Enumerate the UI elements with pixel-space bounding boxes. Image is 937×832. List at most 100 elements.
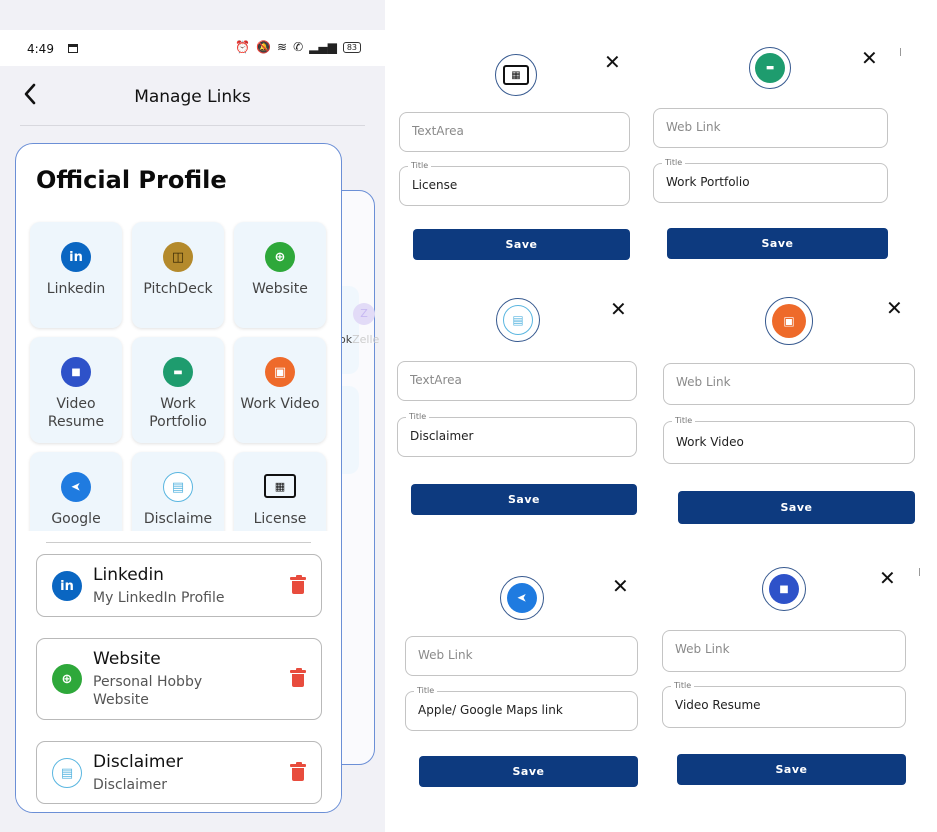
tile-label: Website [252, 281, 308, 297]
tile-work-video[interactable]: ▣ Work Video [234, 337, 326, 443]
save-button[interactable]: Save [667, 228, 888, 259]
trash-icon-can [292, 674, 304, 687]
web-link-field[interactable] [653, 108, 888, 148]
title-field-label: Title [662, 158, 686, 167]
tile-video-resume[interactable]: ■ Video Resume [30, 337, 122, 443]
title-field-label: Title [406, 412, 430, 421]
title-field[interactable]: Title [397, 412, 637, 457]
textarea-input[interactable] [410, 373, 613, 387]
zelle-icon: Z [353, 303, 375, 325]
title-field-label: Title [408, 161, 432, 170]
save-button[interactable]: Save [411, 484, 637, 515]
battery-icon: 83 [342, 41, 361, 53]
folder-icon: ▬ [163, 357, 193, 387]
license-certificate-icon: ▦ [264, 474, 296, 498]
trash-icon-lid [290, 670, 306, 673]
title-field[interactable]: Title [663, 416, 915, 464]
status-time: 4:49 [27, 42, 54, 56]
title-input[interactable] [418, 703, 615, 717]
textarea-field[interactable] [397, 361, 637, 401]
web-link-field[interactable] [662, 630, 906, 672]
title-input[interactable] [676, 435, 889, 449]
dialog-logo: ■ [762, 567, 806, 611]
save-button[interactable]: Save [419, 756, 638, 787]
trash-icon-can [292, 768, 304, 781]
tile-label: Work Video [240, 396, 320, 412]
video-camera-icon: ■ [61, 357, 91, 387]
saved-link-title: Website [93, 649, 161, 669]
close-button[interactable]: ✕ [604, 52, 621, 72]
title-field-label: Title [671, 681, 695, 690]
web-link-field[interactable] [663, 363, 915, 405]
close-button[interactable]: ✕ [861, 48, 878, 68]
edge-mark [919, 568, 920, 576]
title-input[interactable] [666, 175, 865, 189]
linkedin-icon: in [61, 242, 91, 272]
tile-pitchdeck[interactable]: ◫ PitchDeck [132, 222, 224, 328]
title-field[interactable]: Title [405, 686, 638, 731]
globe-icon: ⊕ [52, 664, 82, 694]
web-link-input[interactable] [666, 120, 865, 134]
video-presentation-icon: ▣ [265, 357, 295, 387]
web-link-input[interactable] [675, 642, 881, 656]
save-button[interactable]: Save [677, 754, 906, 785]
trash-icon-lid [290, 577, 306, 580]
tile-linkedin[interactable]: in Linkedin [30, 222, 122, 328]
save-button[interactable]: Save [678, 491, 915, 524]
textarea-input[interactable] [412, 124, 607, 138]
tile-label: PitchDeck [143, 281, 213, 297]
save-button[interactable]: Save [413, 229, 630, 260]
dialog-logo: ▣ [765, 297, 813, 345]
title-field-label: Title [672, 416, 696, 425]
web-link-input[interactable] [676, 375, 889, 389]
title-field[interactable]: Title [399, 161, 630, 206]
tile-website[interactable]: ⊕ Website [234, 222, 326, 328]
profile-card-title: Official Profile [36, 166, 227, 194]
dialog-logo: ➤ [500, 576, 544, 620]
title-input[interactable] [412, 178, 607, 192]
saved-link-website[interactable]: ⊕ Website Personal Hobby Website [36, 638, 322, 720]
close-button[interactable]: ✕ [612, 576, 629, 596]
navigation-arrow-icon: ➤ [507, 583, 537, 613]
saved-link-title: Disclaimer [93, 752, 183, 772]
saved-link-subtitle: My LinkedIn Profile [93, 590, 225, 606]
alarm-icon: ⏰ [235, 40, 251, 54]
video-presentation-icon: ▣ [772, 304, 806, 338]
title-field[interactable]: Title [653, 158, 888, 203]
close-button[interactable]: ✕ [610, 299, 627, 319]
textarea-field[interactable] [399, 112, 630, 152]
title-input[interactable] [410, 429, 613, 443]
web-link-input[interactable] [418, 648, 615, 662]
dialog-logo: ▤ [496, 298, 540, 342]
disclaimer-icon: ▤ [52, 758, 82, 788]
manage-links-screen: 4:49 ⏰ 🔕 ≋ ✆ ▂▄▆ 83 Manage Links Z okZel… [0, 0, 385, 832]
background-tile-label: okZelle [339, 333, 380, 346]
folder-icon: ▬ [755, 53, 785, 83]
close-button[interactable]: ✕ [879, 568, 896, 588]
edge-mark [900, 48, 901, 56]
wifi-calling-icon: ✆ [293, 40, 304, 54]
status-bar: 4:49 ⏰ 🔕 ≋ ✆ ▂▄▆ 83 [0, 30, 385, 66]
saved-link-linkedin[interactable]: in Linkedin My LinkedIn Profile [36, 554, 322, 617]
official-profile-card: Official Profile in Linkedin ◫ PitchDeck… [15, 143, 342, 813]
mute-icon: 🔕 [256, 40, 271, 54]
title-field[interactable]: Title [662, 681, 906, 728]
linkedin-icon: in [52, 571, 82, 601]
delete-button[interactable] [290, 762, 306, 781]
tile-label: Video Resume [47, 396, 105, 430]
web-link-field[interactable] [405, 636, 638, 676]
saved-link-subtitle: Personal Hobby Website [93, 674, 203, 708]
dialog-logo: ▬ [749, 47, 791, 89]
saved-link-disclaimer[interactable]: ▤ Disclaimer Disclaimer [36, 741, 322, 804]
pitchdeck-icon: ◫ [163, 242, 193, 272]
tile-label: Work Portfolio [149, 396, 207, 430]
globe-icon: ⊕ [265, 242, 295, 272]
close-button[interactable]: ✕ [886, 298, 903, 318]
screenshot-root: 4:49 ⏰ 🔕 ≋ ✆ ▂▄▆ 83 Manage Links Z okZel… [0, 0, 937, 832]
wifi-icon: ≋ [277, 40, 288, 54]
delete-button[interactable] [290, 668, 306, 687]
delete-button[interactable] [290, 575, 306, 594]
saved-link-subtitle: Disclaimer [93, 777, 168, 793]
tile-work-portfolio[interactable]: ▬ Work Portfolio [132, 337, 224, 443]
title-input[interactable] [675, 698, 881, 712]
